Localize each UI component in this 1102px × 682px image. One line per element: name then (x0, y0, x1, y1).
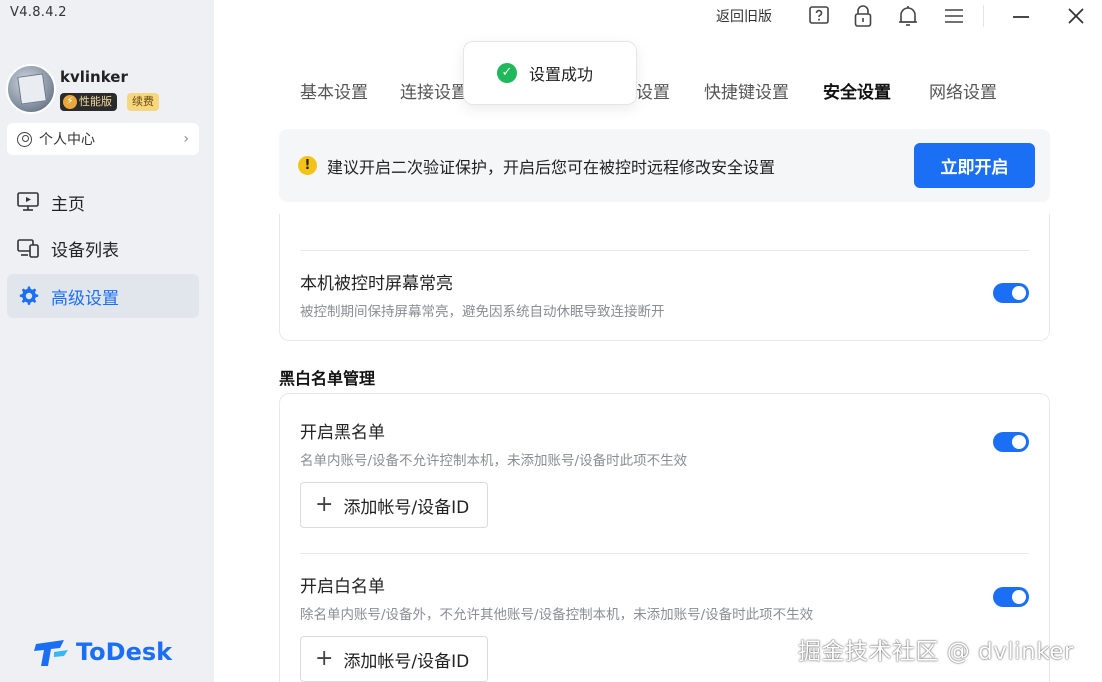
screen-awake-title: 本机被控时屏幕常亮 (300, 274, 453, 294)
sidebar-item-label: 主页 (51, 194, 85, 215)
enable-now-button[interactable]: 立即开启 (914, 143, 1035, 188)
divider (300, 553, 1029, 554)
help-icon[interactable] (806, 3, 832, 29)
renew-button[interactable]: 续费 (127, 93, 159, 111)
add-button-label: 添加帐号/设备ID (343, 651, 470, 672)
todesk-logo: ToDesk (34, 636, 172, 668)
whitelist-desc: 除名单内账号/设备外，不允许其他账号/设备控制本机，未添加账号/设备时此项不生效 (300, 607, 814, 623)
titlebar-divider (983, 5, 984, 27)
bolt-icon: ⚡ (63, 95, 77, 109)
check-circle-icon: ✓ (497, 63, 517, 83)
sidebar-item-label: 高级设置 (51, 288, 119, 309)
version-label: V4.8.4.2 (10, 5, 67, 20)
tab-network-settings[interactable]: 网络设置 (929, 78, 997, 103)
screen-awake-toggle[interactable] (993, 283, 1029, 303)
tab-basic-settings[interactable]: 基本设置 (300, 78, 368, 103)
tab-security-settings[interactable]: 安全设置 (823, 78, 891, 103)
avatar[interactable] (6, 64, 56, 114)
add-blacklist-button[interactable]: + 添加帐号/设备ID (300, 482, 488, 528)
lock-icon[interactable] (850, 3, 876, 29)
section-title: 黑白名单管理 (279, 369, 376, 388)
screen-awake-card: 本机被控时屏幕常亮 被控制期间保持屏幕常亮，避免因系统自动休眠导致连接断开 (279, 214, 1050, 341)
plus-icon: + (315, 646, 334, 671)
monitor-icon (17, 191, 39, 213)
edition-badge: ⚡ 性能版 (60, 93, 117, 111)
user-icon (17, 131, 32, 147)
devices-icon (17, 237, 39, 259)
sidebar-item-devices[interactable]: 设备列表 (7, 226, 199, 270)
brand-name: ToDesk (76, 638, 173, 666)
watermark-text: 掘金技术社区 @ dvlinker (798, 639, 1074, 665)
sidebar: V4.8.4.2 kvlinker ⚡ 性能版 续费 个人中心 › 主页 设备列… (0, 0, 214, 682)
plus-icon: + (315, 492, 334, 517)
banner-text: 建议开启二次验证保护，开启后您可在被控时远程修改安全设置 (327, 157, 776, 177)
success-toast: ✓ 设置成功 (463, 41, 637, 105)
personal-center-label: 个人中心 (39, 132, 95, 148)
tab-shortcut-settings[interactable]: 快捷键设置 (704, 78, 789, 103)
whitelist-toggle[interactable] (993, 587, 1029, 607)
blacklist-desc: 名单内账号/设备不允许控制本机，未添加账号/设备时此项不生效 (300, 453, 688, 469)
toast-text: 设置成功 (529, 65, 594, 84)
blacklist-title: 开启黑名单 (300, 423, 385, 443)
minimize-icon[interactable] (1008, 3, 1034, 29)
sidebar-item-label: 设备列表 (51, 240, 119, 261)
warning-icon: ! (298, 156, 317, 175)
add-button-label: 添加帐号/设备ID (343, 497, 470, 518)
blacklist-toggle[interactable] (993, 432, 1029, 452)
personal-center-button[interactable]: 个人中心 › (7, 123, 199, 155)
tab-connection-settings[interactable]: 连接设置 (400, 78, 468, 103)
todesk-logo-icon (34, 636, 70, 668)
whitelist-title: 开启白名单 (300, 577, 385, 597)
back-to-old-version-link[interactable]: 返回旧版 (716, 6, 772, 26)
username: kvlinker (60, 68, 128, 86)
close-icon[interactable] (1063, 3, 1089, 29)
sidebar-item-home[interactable]: 主页 (7, 180, 199, 224)
edition-badge-label: 性能版 (79, 95, 112, 108)
tab-partial-settings[interactable]: 设置 (636, 78, 670, 103)
gear-icon (17, 285, 39, 307)
divider (300, 250, 1029, 251)
bell-icon[interactable] (895, 3, 921, 29)
add-whitelist-button[interactable]: + 添加帐号/设备ID (300, 636, 488, 682)
menu-icon[interactable] (941, 3, 967, 29)
sidebar-item-advanced-settings[interactable]: 高级设置 (7, 274, 199, 318)
chevron-right-icon: › (183, 131, 189, 147)
screen-awake-desc: 被控制期间保持屏幕常亮，避免因系统自动休眠导致连接断开 (300, 304, 665, 320)
